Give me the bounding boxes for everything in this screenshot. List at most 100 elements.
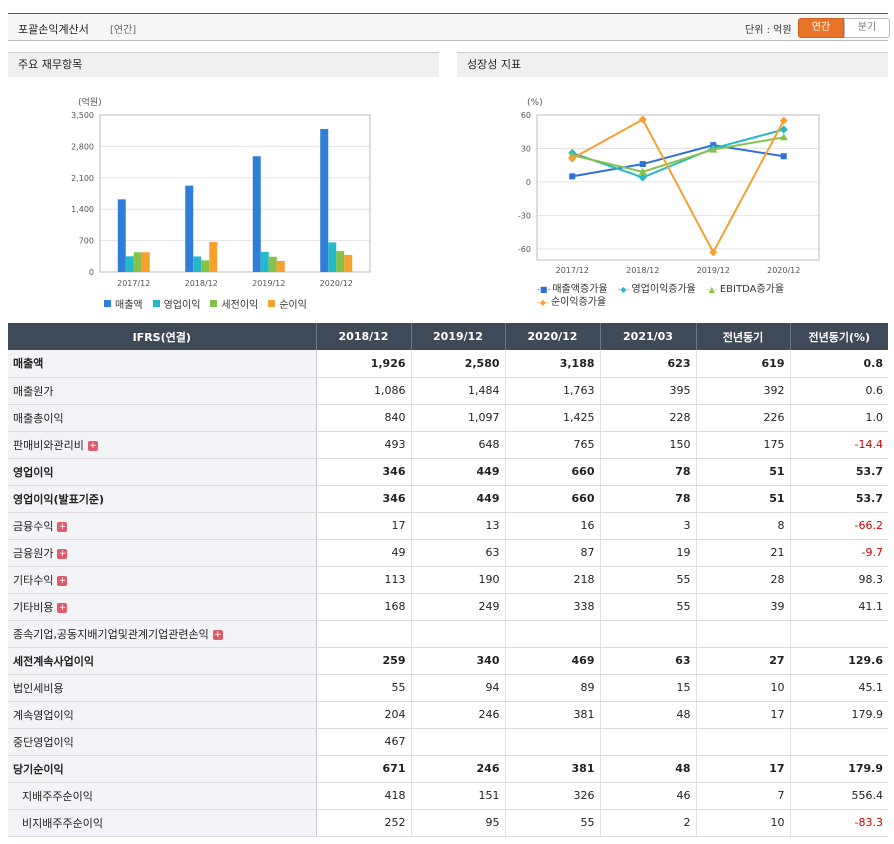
income-statement-table: IFRS(연결) 2018/12 2019/12 2020/12 2021/03… bbox=[8, 323, 888, 837]
table-cell: -66.2 bbox=[790, 512, 888, 540]
header-2019: 2019/12 bbox=[411, 323, 506, 350]
table-cell: 129.6 bbox=[790, 647, 888, 675]
legend-label: 매출액 bbox=[115, 300, 143, 311]
expand-plus-icon[interactable]: + bbox=[57, 575, 68, 586]
table-cell: 28 bbox=[696, 566, 791, 594]
row-label: 기타수익 + bbox=[8, 566, 317, 594]
expand-plus-icon[interactable]: + bbox=[57, 521, 68, 532]
row-label-text: 기타수익 bbox=[13, 573, 54, 587]
row-label: 종속기업,공동지배기업및관계기업관련손익 + bbox=[8, 620, 317, 648]
table-cell: 15 bbox=[600, 674, 697, 702]
row-label: 금융수익 + bbox=[8, 512, 317, 540]
row-label: 매출액 bbox=[8, 350, 317, 378]
legend-item: 순이익 bbox=[268, 296, 307, 311]
table-cell bbox=[790, 620, 888, 648]
bar bbox=[201, 260, 210, 272]
growth-indicators-panel-title: 성장성 지표 bbox=[457, 52, 888, 77]
table-cell: 1,926 bbox=[316, 350, 412, 378]
legend-label: EBITDA증가율 bbox=[719, 284, 785, 295]
line-chart-y-unit: (%) bbox=[527, 98, 543, 108]
bar bbox=[209, 241, 218, 272]
expand-plus-icon[interactable]: + bbox=[87, 440, 98, 451]
data-point bbox=[709, 248, 718, 257]
expand-plus-icon[interactable]: + bbox=[57, 602, 68, 613]
data-point bbox=[569, 173, 576, 180]
table-cell: 150 bbox=[600, 431, 697, 459]
bar bbox=[260, 251, 269, 272]
table-cell: 78 bbox=[600, 458, 697, 486]
tab-annual[interactable]: 연간 bbox=[798, 18, 844, 38]
table-cell: 63 bbox=[411, 539, 506, 567]
table-cell: 48 bbox=[600, 755, 697, 783]
statement-title: 포괄손익계산서 bbox=[18, 23, 89, 36]
table-cell: 660 bbox=[505, 485, 601, 513]
legend-swatch bbox=[210, 300, 218, 307]
line-y-tick-label: 60 bbox=[521, 111, 531, 120]
table-cell: 94 bbox=[411, 674, 506, 702]
table-row: 판매비와관리비 +493 648 765 150 175 -14.4 bbox=[8, 431, 888, 459]
table-cell: 648 bbox=[411, 431, 506, 459]
table-row: 매출액 1,926 2,580 3,188 623 619 0.8 bbox=[8, 350, 888, 378]
table-cell: 41.1 bbox=[790, 593, 888, 621]
table-cell: 3,188 bbox=[505, 350, 601, 378]
bar bbox=[276, 260, 285, 272]
table-cell: 175 bbox=[696, 431, 791, 459]
line-y-tick-label: -30 bbox=[518, 211, 531, 220]
row-label-text: 기타비용 bbox=[13, 600, 54, 614]
bar bbox=[117, 199, 126, 272]
table-cell: 1.0 bbox=[790, 404, 888, 432]
bar-y-tick-label: 700 bbox=[79, 237, 94, 246]
table-cell: 39 bbox=[696, 593, 791, 621]
table-cell: 469 bbox=[505, 647, 601, 675]
bar bbox=[141, 252, 150, 272]
table-cell bbox=[696, 620, 791, 648]
bar-chart-legend: 매출액 영업이익 세전이익 순이익 bbox=[104, 296, 317, 311]
legend-item: -■- 매출액증가율 bbox=[537, 283, 608, 296]
bar-y-tick-label: 3,500 bbox=[71, 111, 94, 120]
tab-quarterly[interactable]: 분기 bbox=[844, 18, 890, 38]
table-cell: 51 bbox=[696, 485, 791, 513]
table-cell bbox=[316, 620, 412, 648]
legend-item: 세전이익 bbox=[210, 296, 258, 311]
table-cell: 17 bbox=[696, 755, 791, 783]
row-label-text: 금융수익 bbox=[13, 519, 54, 533]
key-financials-bar-chart: (억원) 3,500 2,800 2,100 1,400 700 0 2017/12 2018/… bbox=[71, 96, 371, 288]
table-cell bbox=[600, 620, 697, 648]
expand-plus-icon[interactable]: + bbox=[212, 629, 223, 640]
bar-x-tick-label: 2018/12 bbox=[185, 279, 218, 288]
line-x-tick-label: 2017/12 bbox=[556, 266, 589, 275]
table-cell: 204 bbox=[316, 701, 412, 729]
table-cell bbox=[411, 620, 506, 648]
table-cell: 1,425 bbox=[505, 404, 601, 432]
expand-plus-icon[interactable]: + bbox=[57, 548, 68, 559]
table-row: 영업이익(발표기준) 346 449 660 78 51 53.7 bbox=[8, 485, 888, 513]
table-cell: 2 bbox=[600, 809, 697, 837]
legend-label: 순이익 bbox=[279, 300, 307, 311]
row-label-text: 지배주주순이익 bbox=[22, 789, 93, 803]
table-cell: 1,097 bbox=[411, 404, 506, 432]
legend-swatch bbox=[152, 300, 160, 307]
table-cell: 19 bbox=[600, 539, 697, 567]
table-cell: 467 bbox=[316, 728, 412, 756]
bar-x-tick-label: 2020/12 bbox=[320, 279, 353, 288]
table-cell: 7 bbox=[696, 782, 791, 810]
table-cell: 392 bbox=[696, 377, 791, 405]
bar bbox=[344, 254, 353, 272]
table-cell: 113 bbox=[316, 566, 412, 594]
legend-label: 매출액증가율 bbox=[552, 284, 608, 295]
table-cell: 0.6 bbox=[790, 377, 888, 405]
table-cell: 259 bbox=[316, 647, 412, 675]
table-row: 기타수익 +113 190 218 55 28 98.3 bbox=[8, 566, 888, 594]
table-cell: 190 bbox=[411, 566, 506, 594]
row-label: 영업이익(발표기준) bbox=[8, 485, 317, 513]
table-row: 계속영업이익 204 246 381 48 17 179.9 bbox=[8, 701, 888, 729]
legend-swatch: -◆- bbox=[537, 298, 549, 307]
table-cell: 346 bbox=[316, 485, 412, 513]
table-row: 금융원가 +49 63 87 19 21 -9.7 bbox=[8, 539, 888, 567]
row-label-text: 비지배주주순이익 bbox=[22, 816, 103, 830]
table-cell: 840 bbox=[316, 404, 412, 432]
table-cell: -14.4 bbox=[790, 431, 888, 459]
legend-label: 영업이익 bbox=[163, 300, 201, 311]
line-y-tick-label: -60 bbox=[518, 245, 531, 254]
table-cell: 10 bbox=[696, 809, 791, 837]
